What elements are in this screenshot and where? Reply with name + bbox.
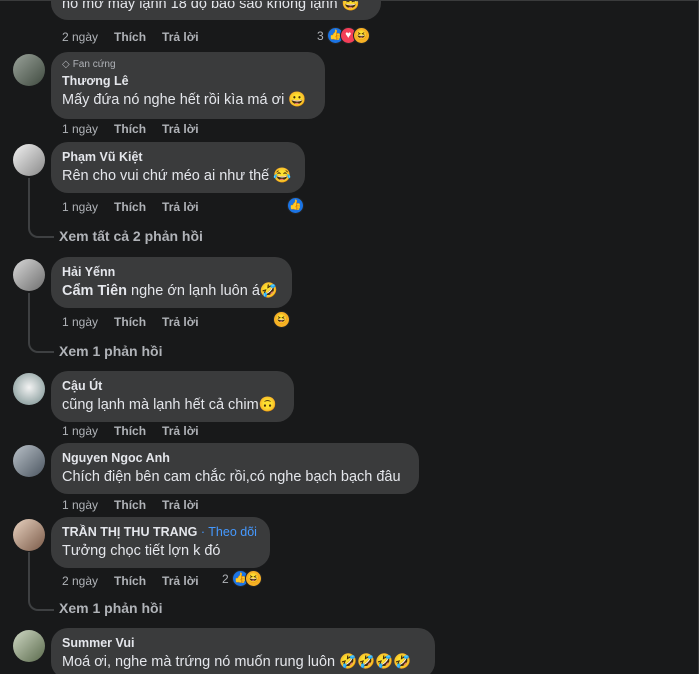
comment-time[interactable]: 1 ngày	[62, 424, 98, 438]
reaction-summary[interactable]: 👍	[287, 197, 304, 214]
comment-actions: 1 ngày Thích Trả lời	[62, 498, 215, 512]
comment-text: Chích điện bên cam chắc rồi,có nghe bạch…	[62, 469, 401, 485]
comment-actions: 1 ngày Thích Trả lời	[62, 122, 215, 136]
like-button[interactable]: Thích	[114, 315, 146, 329]
haha-icon: 😆	[352, 27, 370, 44]
top-border	[0, 0, 699, 1]
commenter-name[interactable]: Thương Lê	[62, 73, 313, 89]
comment-time[interactable]: 2 ngày	[62, 574, 98, 588]
commenter-name[interactable]: Nguyen Ngoc Anh	[62, 450, 407, 466]
like-button[interactable]: Thích	[114, 200, 146, 214]
comment-time[interactable]: 1 ngày	[62, 200, 98, 214]
reaction-summary[interactable]: 3 👍 ♥ 😆	[317, 27, 370, 44]
comment-bubble: Nguyen Ngoc Anh Chích điện bên cam chắc …	[51, 443, 419, 494]
comment-bubble: TRẦN THỊ THU TRANG · Theo dõi Tưởng chọc…	[51, 517, 270, 568]
comment-actions: 1 ngày Thích Trả lời	[62, 315, 215, 329]
comment-bubble: Cậu Út cũng lạnh mà lạnh hết cả chim🙃	[51, 371, 294, 422]
comment-text: Moá ơi, nghe mà trứng nó muốn rung luôn …	[62, 654, 412, 670]
comment-actions: 2 ngày Thích Trả lời	[62, 574, 215, 588]
reaction-count: 2	[222, 571, 229, 586]
thread-connector	[28, 178, 54, 238]
comment-text: Rên cho vui chứ méo ai như thế 😂	[62, 168, 292, 184]
comment-text: Tưởng chọc tiết lợn k đó	[62, 543, 221, 559]
thread-connector	[28, 552, 54, 611]
reaction-summary[interactable]: 😆	[273, 311, 290, 328]
comment-text: cũng lạnh mà lạnh hết cả chim🙃	[62, 397, 277, 413]
commenter-name[interactable]: Hải Yếnn	[62, 264, 280, 280]
like-icon: 👍	[287, 197, 304, 214]
reaction-summary[interactable]: 2 👍 😆	[222, 570, 262, 587]
comment-time[interactable]: 1 ngày	[62, 498, 98, 512]
comment-bubble: Phạm Vũ Kiệt Rên cho vui chứ méo ai như …	[51, 142, 305, 193]
view-replies-link[interactable]: Xem tất cả 2 phản hồi	[59, 228, 203, 244]
reply-button[interactable]: Trả lời	[162, 200, 199, 214]
comment-bubble: Summer Vui Moá ơi, nghe mà trứng nó muốn…	[51, 628, 435, 674]
avatar[interactable]	[13, 259, 45, 291]
avatar[interactable]	[13, 54, 45, 86]
like-button[interactable]: Thích	[114, 30, 146, 44]
reaction-count: 3	[317, 28, 324, 43]
avatar[interactable]	[13, 144, 45, 176]
comment-text: Mấy đứa nó nghe hết rồi kìa má ơi 😀	[62, 92, 307, 108]
like-button[interactable]: Thích	[114, 122, 146, 136]
comment-time[interactable]: 1 ngày	[62, 122, 98, 136]
commenter-name[interactable]: Summer Vui	[62, 635, 423, 651]
comment-time[interactable]: 1 ngày	[62, 315, 98, 329]
reply-button[interactable]: Trả lời	[162, 424, 199, 438]
mention-link[interactable]: Cẩm Tiên	[62, 283, 127, 299]
like-button[interactable]: Thích	[114, 424, 146, 438]
haha-icon: 😆	[244, 570, 262, 587]
reply-button[interactable]: Trả lời	[162, 498, 199, 512]
commenter-name[interactable]: Cậu Út	[62, 378, 282, 394]
reply-button[interactable]: Trả lời	[162, 574, 199, 588]
reply-button[interactable]: Trả lời	[162, 30, 199, 44]
avatar[interactable]	[13, 373, 45, 405]
comment-actions: 1 ngày Thích Trả lời	[62, 424, 215, 438]
comment-time[interactable]: 2 ngày	[62, 30, 98, 44]
commenter-name[interactable]: Phạm Vũ Kiệt	[62, 149, 293, 165]
comment-list: nó mở máy lạnh 18 độ bảo sao không lạnh …	[0, 0, 699, 674]
like-button[interactable]: Thích	[114, 574, 146, 588]
avatar[interactable]	[13, 519, 45, 551]
reply-button[interactable]: Trả lời	[162, 122, 199, 136]
comment-bubble: ◇ Fan cứng Thương Lê Mấy đứa nó nghe hết…	[51, 52, 325, 119]
avatar[interactable]	[13, 445, 45, 477]
diamond-icon: ◇	[62, 59, 70, 70]
avatar[interactable]	[13, 630, 45, 662]
commenter-name[interactable]: TRẦN THỊ THU TRANG · Theo dõi	[62, 524, 258, 540]
comment-text: nó mở máy lạnh 18 độ bảo sao không lạnh …	[62, 0, 360, 12]
comment-bubble: Hải Yếnn Cẩm Tiên nghe ớn lạnh luôn á🤣	[51, 257, 292, 308]
like-button[interactable]: Thích	[114, 498, 146, 512]
follow-link[interactable]: · Theo dõi	[201, 525, 257, 539]
thread-connector	[28, 293, 54, 353]
comment-text: Cẩm Tiên nghe ớn lạnh luôn á🤣	[62, 283, 278, 299]
view-replies-link[interactable]: Xem 1 phản hồi	[59, 600, 162, 616]
view-replies-link[interactable]: Xem 1 phản hồi	[59, 343, 162, 359]
comment-bubble: nó mở máy lạnh 18 độ bảo sao không lạnh …	[51, 0, 381, 20]
comment-actions: 1 ngày Thích Trả lời	[62, 200, 215, 214]
comment-actions: 2 ngày Thích Trả lời	[62, 30, 215, 44]
fan-badge: ◇ Fan cứng	[62, 59, 116, 70]
haha-icon: 😆	[273, 311, 290, 328]
reply-button[interactable]: Trả lời	[162, 315, 199, 329]
